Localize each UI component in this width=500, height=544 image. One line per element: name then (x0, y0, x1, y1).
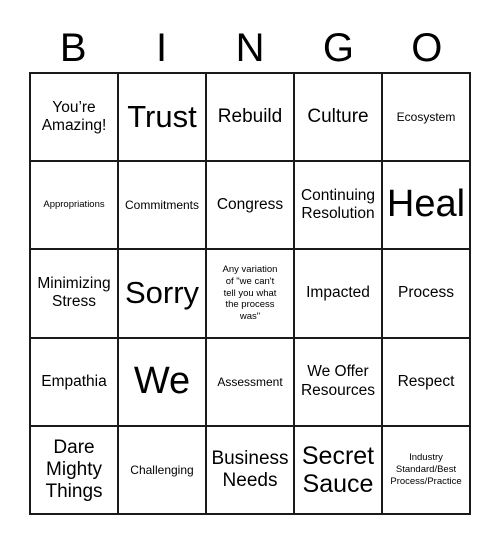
bingo-cell-r4c1[interactable]: Empathia (31, 338, 119, 427)
bingo-cell-r5c4[interactable]: Secret Sauce (295, 426, 383, 515)
bingo-cell-label: You’re Amazing! (41, 98, 107, 135)
bingo-cell-r1c5[interactable]: Ecosystem (383, 74, 471, 163)
bingo-cell-r4c4[interactable]: We Offer Resources (295, 338, 383, 427)
bingo-cell-r3c4[interactable]: Impacted (295, 250, 383, 339)
bingo-cell-r3c1[interactable]: Minimizing Stress (31, 250, 119, 339)
bingo-header-letter-o: O (411, 26, 443, 70)
bingo-header-letter-b: B (59, 26, 87, 70)
bingo-header-letter-i: I (156, 26, 168, 70)
bingo-cell-r2c4[interactable]: Continuing Resolution (295, 162, 383, 251)
bingo-cell-r4c3[interactable]: Assessment (207, 338, 295, 427)
bingo-cell-r5c2[interactable]: Challenging (119, 426, 207, 515)
bingo-cell-label: We Offer Resources (300, 363, 376, 399)
bingo-cell-r1c1[interactable]: You’re Amazing! (31, 74, 119, 163)
bingo-cell-r3c3[interactable]: Any variation of "we can't tell you what… (207, 250, 295, 339)
bingo-cell-label: Ecosystem (396, 109, 456, 124)
bingo-cell-r2c1[interactable]: Appropriations (31, 162, 119, 251)
bingo-cell-r5c3[interactable]: Business Needs (207, 426, 295, 515)
bingo-cell-label: We (133, 359, 191, 402)
bingo-card: B I N G O You’re Amazing! Trust Rebuild Culture… (0, 0, 500, 544)
bingo-cell-label: Continuing Resolution (300, 187, 376, 223)
bingo-cell-label: Any variation of "we can't tell you what… (222, 263, 278, 323)
bingo-cell-label: Industry Standard/Best Process/Practice (390, 452, 462, 487)
bingo-cell-r1c3[interactable]: Rebuild (207, 74, 295, 163)
bingo-cell-r3c5[interactable]: Process (383, 250, 471, 339)
bingo-header-letter-n: N (235, 26, 265, 70)
bingo-cell-label: Culture (307, 106, 369, 128)
bingo-cell-label: Impacted (306, 284, 370, 302)
bingo-cell-r3c2[interactable]: Sorry (119, 250, 207, 339)
bingo-cell-label: Congress (216, 196, 284, 214)
bingo-cell-label: Assessment (217, 374, 283, 389)
bingo-cell-label: Rebuild (217, 106, 283, 128)
bingo-cell-r4c5[interactable]: Respect (383, 338, 471, 427)
bingo-cell-r2c2[interactable]: Commitments (119, 162, 207, 251)
bingo-header-letter-g: G (322, 26, 354, 70)
bingo-header-row: BINGO (29, 24, 471, 72)
bingo-cell-label: Heal (386, 183, 466, 226)
bingo-cell-r1c4[interactable]: Culture (295, 74, 383, 163)
bingo-cell-label: Dare Mighty Things (45, 437, 103, 502)
bingo-cell-label: Empathia (41, 372, 107, 390)
bingo-cell-label: Trust (127, 99, 197, 135)
bingo-cell-label: Business Needs (211, 448, 289, 491)
bingo-cell-r2c3[interactable]: Congress (207, 162, 295, 251)
bingo-cell-label: Respect (397, 372, 455, 390)
bingo-cell-label: Secret Sauce (301, 441, 375, 498)
bingo-cell-label: Process (398, 284, 454, 302)
bingo-grid: You’re Amazing! Trust Rebuild Culture Ecosys… (29, 72, 471, 515)
bingo-cell-r5c5[interactable]: Industry Standard/Best Process/Practice (383, 426, 471, 515)
bingo-cell-label: Sorry (124, 275, 200, 311)
bingo-cell-r1c2[interactable]: Trust (119, 74, 207, 163)
bingo-cell-label: Commitments (124, 198, 199, 213)
bingo-cell-label: Challenging (130, 462, 194, 477)
bingo-cell-r4c2[interactable]: We (119, 338, 207, 427)
bingo-cell-r5c1[interactable]: Dare Mighty Things (31, 426, 119, 515)
bingo-cell-label: Appropriations (43, 199, 105, 211)
bingo-cell-label: Minimizing Stress (37, 275, 111, 311)
bingo-cell-r2c5[interactable]: Heal (383, 162, 471, 251)
